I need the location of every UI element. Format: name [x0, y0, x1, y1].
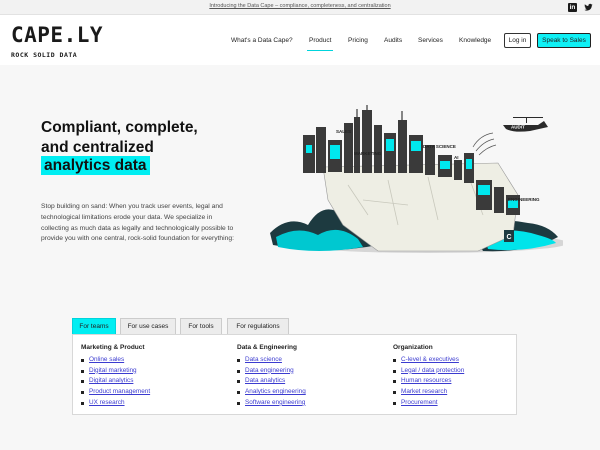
announcement-link[interactable]: Introducing the Data Cape – compliance, …	[0, 3, 600, 9]
linkedin-icon[interactable]: in	[568, 3, 577, 12]
list-item[interactable]: Procurement	[393, 398, 464, 409]
engineering-label: ENGINEERING	[508, 197, 540, 202]
headline-line-2: and centralized	[41, 139, 154, 156]
logo-wordmark: CAPE.LY	[11, 23, 104, 47]
data-science-label: DATA SCIENCE	[423, 144, 456, 149]
tab-for-use-cases[interactable]: For use cases	[120, 318, 176, 334]
nav-product[interactable]: Product	[306, 37, 334, 51]
headline-line-1: Compliant, complete,	[41, 119, 198, 136]
column-organization: Organization C-level & executives Legal …	[393, 344, 464, 409]
marketing-label: MARKETING	[354, 151, 382, 156]
column-heading: Data & Engineering	[237, 344, 297, 351]
headline-highlight: analytics data	[41, 156, 150, 175]
nav-services[interactable]: Services	[418, 37, 443, 49]
list-item[interactable]: Data science	[237, 355, 306, 366]
list-item[interactable]: Market research	[393, 387, 464, 398]
list-item[interactable]: C-level & executives	[393, 355, 464, 366]
list-item[interactable]: Human resources	[393, 376, 464, 387]
logo-tagline: ROCK SOLID DATA	[11, 51, 78, 59]
logo[interactable]: CAPE.LY ROCK SOLID DATA	[11, 23, 104, 60]
hero-description: Stop building on sand: When you track us…	[41, 203, 234, 243]
data-cape-illustration: C AUDIT SALES MARKETING DATA SCIENCE AI …	[270, 105, 563, 253]
audit-label: AUDIT	[511, 125, 525, 130]
column-marketing-product: Marketing & Product Online sales Digital…	[81, 344, 150, 409]
nav-pricing[interactable]: Pricing	[348, 37, 368, 49]
list-item[interactable]: Software engineering	[237, 398, 306, 409]
login-button[interactable]: Log in	[504, 33, 531, 48]
list-item[interactable]: UX research	[81, 398, 150, 409]
tab-for-tools[interactable]: For tools	[180, 318, 222, 334]
nav-knowledge[interactable]: Knowledge	[459, 37, 491, 49]
twitter-icon[interactable]	[584, 3, 593, 12]
list-item[interactable]: Digital marketing	[81, 366, 150, 377]
list-item[interactable]: Product management	[81, 387, 150, 398]
list-item[interactable]: Data engineering	[237, 366, 306, 377]
ai-label: AI	[454, 155, 459, 160]
nav-whats-a-data-cape[interactable]: What's a Data Cape?	[231, 37, 293, 49]
column-heading: Organization	[393, 344, 433, 351]
list-item[interactable]: Digital analytics	[81, 376, 150, 387]
speak-to-sales-button[interactable]: Speak to Sales	[537, 33, 591, 48]
nav-audits[interactable]: Audits	[384, 37, 402, 49]
tab-for-regulations[interactable]: For regulations	[227, 318, 289, 334]
list-item[interactable]: Online sales	[81, 355, 150, 366]
hero-headline: Compliant, complete, and centralized	[41, 118, 231, 158]
column-data-engineering: Data & Engineering Data science Data eng…	[237, 344, 306, 409]
cape-marker-label: C	[507, 234, 512, 241]
tab-panel: Marketing & Product Online sales Digital…	[72, 334, 517, 415]
sales-label: SALES	[336, 129, 351, 134]
list-item[interactable]: Analytics engineering	[237, 387, 306, 398]
announcement-bar: Introducing the Data Cape – compliance, …	[0, 0, 600, 15]
list-item[interactable]: Data analytics	[237, 376, 306, 387]
list-item[interactable]: Legal / data protection	[393, 366, 464, 377]
site-header: CAPE.LY ROCK SOLID DATA What's a Data Ca…	[0, 15, 600, 65]
tab-for-teams[interactable]: For teams	[72, 318, 116, 334]
column-heading: Marketing & Product	[81, 344, 145, 351]
